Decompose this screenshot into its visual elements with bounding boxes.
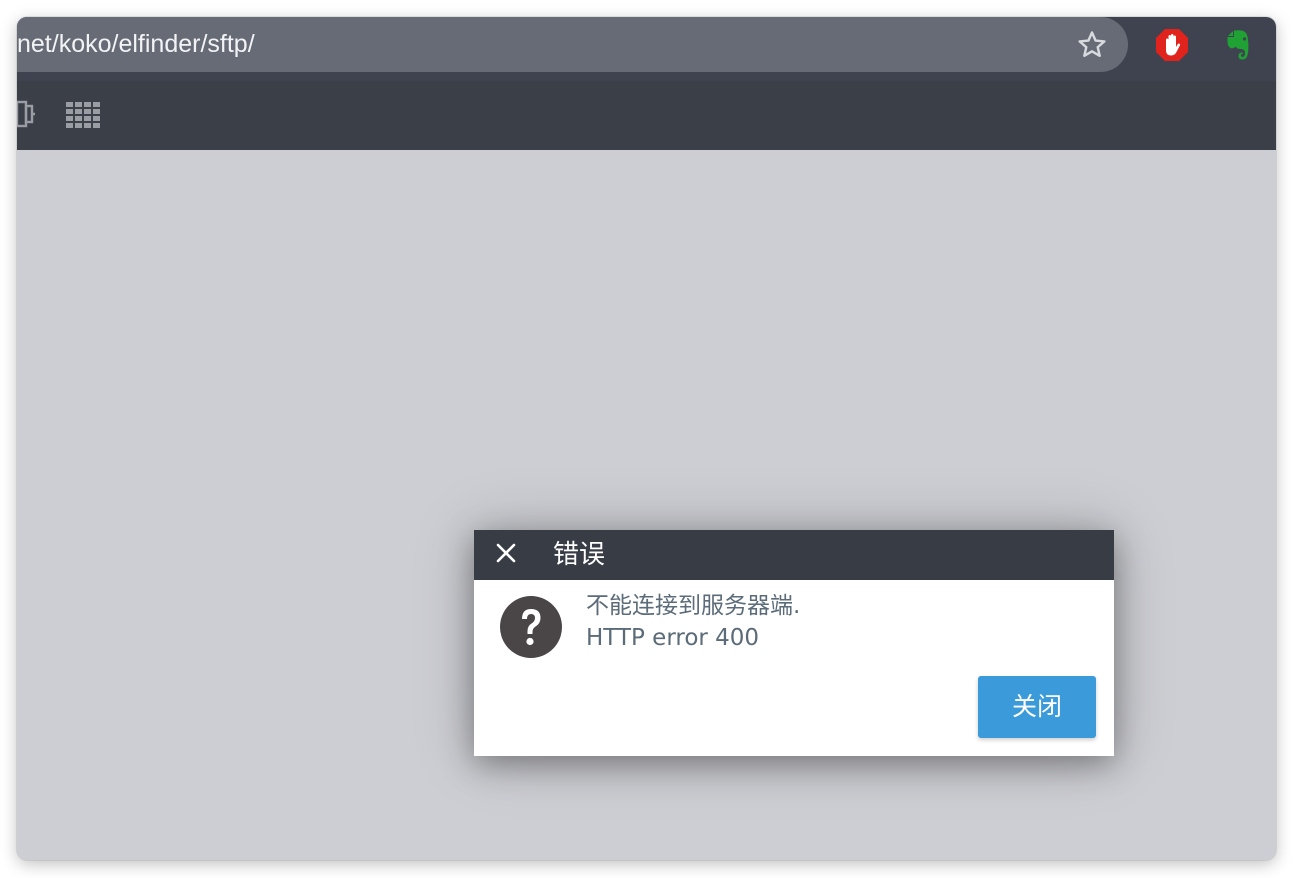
star-icon[interactable] [1076, 29, 1108, 61]
dialog-titlebar: 错误 [474, 530, 1114, 580]
evernote-icon[interactable] [1220, 27, 1256, 63]
url-text[interactable]: net/koko/elfinder/sftp/ [17, 29, 1017, 59]
dialog-title: 错误 [553, 540, 606, 570]
close-button[interactable]: 关闭 [978, 676, 1096, 738]
app-toolbar [17, 81, 1276, 150]
browser-window: net/koko/elfinder/sftp/ 错误 不能连接到服务器端. HT… [17, 17, 1276, 860]
question-icon [500, 596, 562, 658]
error-detail: HTTP error 400 [586, 625, 760, 651]
browser-top-bar: net/koko/elfinder/sftp/ [17, 17, 1276, 81]
close-icon[interactable] [492, 539, 520, 567]
error-dialog: 错误 不能连接到服务器端. HTTP error 400 关闭 [474, 530, 1114, 756]
grid-view-icon[interactable] [66, 102, 102, 130]
address-bar[interactable]: net/koko/elfinder/sftp/ [17, 17, 1128, 72]
adblock-icon[interactable] [1155, 28, 1189, 62]
error-message: 不能连接到服务器端. [586, 593, 801, 619]
partial-icon[interactable] [17, 98, 35, 130]
